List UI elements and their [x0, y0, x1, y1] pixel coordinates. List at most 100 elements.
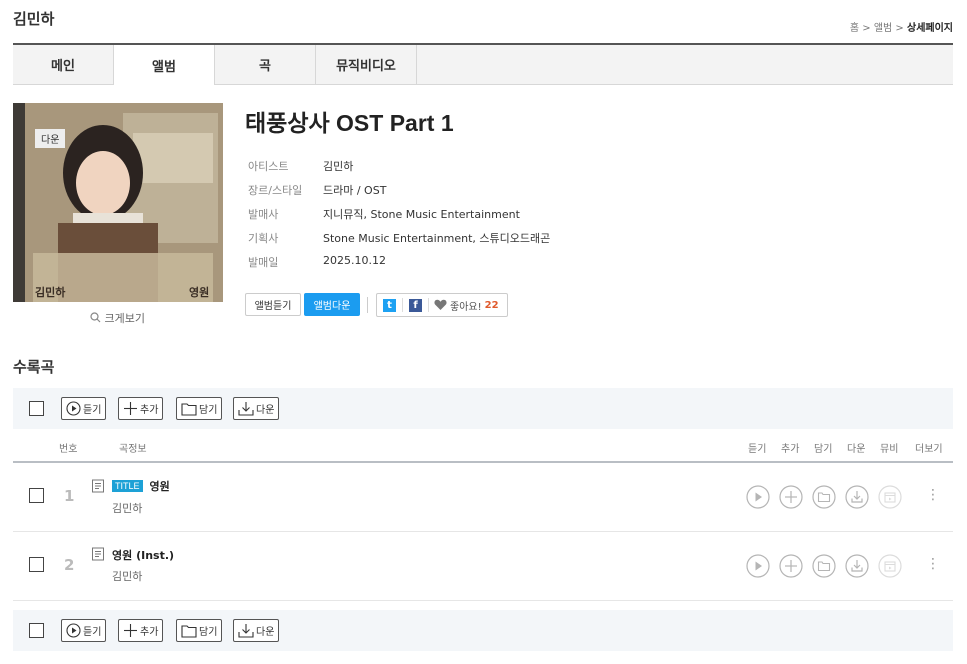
add-icon[interactable] [779, 554, 803, 578]
music-video-icon [878, 554, 902, 578]
breadcrumb-album[interactable]: 앨범 [874, 23, 892, 34]
track-artist[interactable]: 김민하 [112, 500, 142, 516]
column-header-download: 다운 [847, 444, 866, 455]
track-artist[interactable]: 김민하 [112, 568, 142, 584]
download-icon [238, 624, 254, 638]
toolbar-download-label: 다운 [256, 627, 275, 638]
toolbar-download-label: 다운 [256, 405, 275, 416]
music-video-icon [878, 485, 902, 509]
tab-music-video[interactable]: 뮤직비디오 [316, 45, 417, 84]
column-header-listen: 듣기 [748, 444, 767, 455]
folder-icon [181, 402, 197, 416]
tab-album[interactable]: 앨범 [114, 45, 215, 85]
play-circle-icon [66, 623, 81, 638]
track-title[interactable]: 영원 (Inst.) [112, 547, 174, 563]
folder-icon[interactable] [812, 485, 836, 509]
track-toolbar-top: 듣기 추가 담기 다운 [13, 388, 953, 429]
toolbar-put-label: 담기 [199, 627, 218, 638]
divider [402, 298, 403, 312]
album-cover[interactable]: 다운 김민하 영원 [13, 103, 223, 302]
toolbar-put-label: 담기 [199, 405, 218, 416]
toolbar-listen-label: 듣기 [83, 627, 102, 638]
play-circle-icon [66, 401, 81, 416]
breadcrumb-current: 상세페이지 [907, 23, 953, 34]
toolbar-download-button[interactable]: 다운 [233, 397, 280, 420]
cover-artist-text: 김민하 [35, 286, 66, 299]
listen-album-button[interactable]: 앨범듣기 [245, 293, 301, 316]
column-header-add: 추가 [781, 444, 800, 455]
folder-icon[interactable] [812, 554, 836, 578]
row-divider [13, 600, 953, 601]
track-toolbar-bottom: 듣기 추가 담기 다운 [13, 610, 953, 651]
magnifier-icon [90, 312, 101, 323]
download-album-button[interactable]: 앨범다운 [304, 293, 360, 316]
track-number: 1 [64, 487, 75, 505]
meta-value-artist[interactable]: 김민하 [323, 158, 353, 174]
divider [428, 298, 429, 312]
play-icon[interactable] [746, 554, 770, 578]
title-badge: TITLE [112, 480, 143, 492]
download-icon[interactable] [845, 554, 869, 578]
heart-icon [434, 299, 447, 310]
meta-value-release-date: 2025.10.12 [323, 254, 386, 267]
meta-key-agency: 기획사 [248, 232, 279, 245]
track-title[interactable]: 영원 [150, 478, 170, 494]
track-checkbox[interactable] [29, 557, 44, 572]
folder-icon [181, 624, 197, 638]
plus-icon [124, 402, 137, 415]
cover-song-text: 영원 [189, 286, 210, 299]
select-all-checkbox[interactable] [29, 623, 44, 638]
more-options-icon[interactable]: ⋮ [926, 487, 940, 503]
toolbar-add-button[interactable]: 추가 [118, 619, 164, 642]
toolbar-add-label: 추가 [140, 627, 159, 638]
toolbar-put-button[interactable]: 담기 [176, 397, 223, 420]
toolbar-listen-label: 듣기 [83, 405, 102, 416]
lyrics-icon[interactable] [91, 479, 105, 493]
like-button[interactable]: 좋아요! 22 [434, 298, 499, 313]
meta-key-genre: 장르/스타일 [248, 184, 303, 197]
like-label: 좋아요! [450, 301, 482, 313]
track-checkbox[interactable] [29, 488, 44, 503]
meta-key-artist: 아티스트 [248, 160, 289, 173]
add-icon[interactable] [779, 485, 803, 509]
toolbar-put-button[interactable]: 담기 [176, 619, 223, 642]
tab-main[interactable]: 메인 [13, 45, 114, 84]
like-count: 22 [484, 299, 499, 311]
meta-value-agency: Stone Music Entertainment, 스튜디오드래곤 [323, 232, 551, 245]
tab-bar: 메인 앨범 곡 뮤직비디오 [13, 43, 953, 85]
more-options-icon[interactable]: ⋮ [926, 556, 940, 572]
tracks-heading: 수록곡 [13, 358, 55, 376]
artist-name: 김민하 [13, 10, 55, 28]
play-icon[interactable] [746, 485, 770, 509]
album-title: 태풍상사 OST Part 1 [245, 110, 454, 136]
enlarge-label: 크게보기 [104, 312, 145, 325]
column-header-put: 담기 [814, 444, 833, 455]
tab-songs[interactable]: 곡 [215, 45, 316, 84]
toolbar-listen-button[interactable]: 듣기 [61, 397, 107, 420]
toolbar-add-button[interactable]: 추가 [118, 397, 164, 420]
plus-icon [124, 624, 137, 637]
column-header-mv: 뮤비 [880, 444, 899, 455]
toolbar-add-label: 추가 [140, 405, 159, 416]
track-number: 2 [64, 556, 75, 574]
select-all-checkbox[interactable] [29, 401, 44, 416]
column-header-number: 번호 [59, 444, 78, 455]
download-icon [238, 402, 254, 416]
toolbar-download-button[interactable]: 다운 [233, 619, 280, 642]
breadcrumb-separator: > [862, 23, 871, 34]
share-box: t f 좋아요! 22 [376, 293, 508, 317]
lyrics-icon[interactable] [91, 547, 105, 561]
enlarge-button[interactable]: 크게보기 [90, 310, 145, 326]
download-icon[interactable] [845, 485, 869, 509]
facebook-icon[interactable]: f [409, 298, 422, 312]
breadcrumb-separator: > [895, 23, 904, 34]
meta-value-genre: 드라마 / OST [323, 184, 387, 197]
twitter-icon[interactable]: t [383, 298, 396, 312]
column-header-more: 더보기 [915, 444, 943, 455]
column-header-info: 곡정보 [119, 444, 147, 455]
cover-download-badge: 다운 [35, 129, 66, 148]
toolbar-listen-button[interactable]: 듣기 [61, 619, 107, 642]
breadcrumb: 홈 > 앨범 > 상세페이지 [850, 19, 953, 34]
track-title-line: TITLE 영원 [112, 478, 170, 494]
breadcrumb-home[interactable]: 홈 [850, 23, 859, 34]
